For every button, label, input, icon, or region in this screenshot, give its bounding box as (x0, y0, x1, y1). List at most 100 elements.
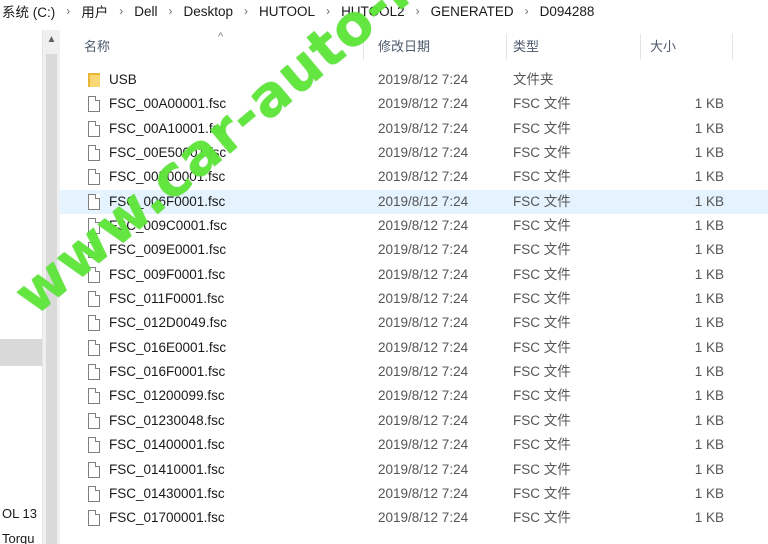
file-name: FSC_011F0001.fsc (109, 291, 225, 307)
file-row[interactable]: FSC_016F0001.fsc 2019/8/12 7:24 FSC 文件 1 KB (60, 360, 768, 384)
file-name: FSC_009C0001.fsc (109, 218, 227, 234)
file-size: 1 KB (694, 266, 724, 282)
file-row[interactable]: FSC_01230048.fsc 2019/8/12 7:24 FSC 文件 1 KB (60, 409, 768, 433)
file-type: 文件夹 (513, 72, 554, 87)
column-divider[interactable] (506, 34, 507, 60)
file-size: 1 KB (694, 145, 724, 161)
file-row[interactable]: FSC_006F0001.fsc 2019/8/12 7:24 FSC 文件 1 KB (60, 189, 768, 215)
breadcrumb-item[interactable]: 系统 (C:) (0, 1, 59, 21)
file-row[interactable]: FSC_016E0001.fsc 2019/8/12 7:24 FSC 文件 1 KB (60, 336, 768, 360)
file-date: 2019/8/12 7:24 (378, 339, 469, 355)
column-header-date[interactable]: 修改日期 (378, 32, 430, 62)
file-icon (88, 291, 101, 308)
file-row[interactable]: FSC_01200099.fsc 2019/8/12 7:24 FSC 文件 1 KB (60, 384, 768, 408)
breadcrumb-item[interactable]: 用户 (77, 1, 112, 21)
column-divider[interactable] (363, 34, 364, 60)
file-name: FSC_01200099.fsc (109, 388, 225, 404)
file-row[interactable]: FSC_00F00001.fsc 2019/8/12 7:24 FSC 文件 1 KB (60, 165, 768, 189)
breadcrumb-separator-icon[interactable]: › (518, 4, 536, 18)
nav-scrollbar[interactable]: ▲ (42, 30, 60, 544)
file-size: 1 KB (694, 510, 724, 526)
file-row[interactable]: FSC_01410001.fsc 2019/8/12 7:24 FSC 文件 1 KB (60, 458, 768, 482)
file-size: 1 KB (694, 315, 724, 331)
file-row[interactable]: FSC_009E0001.fsc 2019/8/12 7:24 FSC 文件 1 KB (60, 238, 768, 262)
column-header-type[interactable]: 类型 (513, 32, 539, 62)
file-type: FSC 文件 (513, 242, 571, 258)
file-date: 2019/8/12 7:24 (378, 485, 469, 501)
file-row[interactable]: FSC_00A00001.fsc 2019/8/12 7:24 FSC 文件 1 KB (60, 92, 768, 116)
column-header-size[interactable]: 大小 (650, 32, 676, 62)
file-date: 2019/8/12 7:24 (378, 169, 469, 185)
breadcrumb-separator-icon[interactable]: › (162, 4, 180, 18)
file-row[interactable]: FSC_00A10001.fsc 2019/8/12 7:24 FSC 文件 1 KB (60, 117, 768, 141)
column-divider[interactable] (640, 34, 641, 60)
file-row[interactable]: FSC_01700001.fsc 2019/8/12 7:24 FSC 文件 1 KB (60, 506, 768, 530)
file-size: 1 KB (694, 291, 724, 307)
file-date: 2019/8/12 7:24 (378, 461, 469, 477)
file-row[interactable]: FSC_011F0001.fsc 2019/8/12 7:24 FSC 文件 1 KB (60, 287, 768, 311)
breadcrumb-item[interactable]: D094288 (536, 4, 599, 19)
file-type: FSC 文件 (513, 437, 571, 453)
scrollbar-thumb[interactable] (46, 54, 57, 544)
file-date: 2019/8/12 7:24 (378, 291, 469, 307)
breadcrumb-item[interactable]: Dell (130, 4, 161, 19)
file-type: FSC 文件 (513, 388, 571, 404)
file-type: FSC 文件 (513, 193, 571, 209)
file-row[interactable]: FSC_01400001.fsc 2019/8/12 7:24 FSC 文件 1 KB (60, 433, 768, 457)
file-size: 1 KB (694, 242, 724, 258)
nav-selected-item[interactable] (0, 339, 42, 366)
file-icon (88, 266, 101, 283)
breadcrumb-item[interactable]: Desktop (180, 4, 238, 19)
column-header-name[interactable]: 名称 (84, 32, 110, 62)
folder-icon (88, 73, 100, 87)
file-type: FSC 文件 (513, 291, 571, 307)
file-date: 2019/8/12 7:24 (378, 218, 469, 234)
file-size: 1 KB (694, 364, 724, 380)
file-row[interactable]: FSC_009F0001.fsc 2019/8/12 7:24 FSC 文件 1 KB (60, 263, 768, 287)
file-size: 1 KB (694, 339, 724, 355)
file-icon (88, 510, 101, 527)
file-row[interactable]: FSC_01430001.fsc 2019/8/12 7:24 FSC 文件 1 KB (60, 482, 768, 506)
file-size: 1 KB (694, 437, 724, 453)
file-size: 1 KB (694, 169, 724, 185)
file-row[interactable]: FSC_009C0001.fsc 2019/8/12 7:24 FSC 文件 1 KB (60, 214, 768, 238)
breadcrumb-separator-icon[interactable]: › (237, 4, 255, 18)
file-name: FSC_01410001.fsc (109, 461, 225, 477)
file-type: FSC 文件 (513, 510, 571, 526)
breadcrumb: 系统 (C:) › 用户 › Dell › Desktop › HUTOOL › HUTOOL2 › G… (0, 0, 768, 22)
file-size: 1 KB (694, 485, 724, 501)
file-date: 2019/8/12 7:24 (378, 266, 469, 282)
file-size: 1 KB (694, 388, 724, 404)
breadcrumb-separator-icon[interactable]: › (409, 4, 427, 18)
scroll-up-arrow-icon[interactable]: ▲ (43, 32, 60, 48)
breadcrumb-item[interactable]: HUTOOL (255, 4, 319, 19)
file-size: 1 KB (694, 412, 724, 428)
nav-item-label[interactable]: OL 13 (2, 506, 37, 521)
file-type: FSC 文件 (513, 315, 571, 331)
file-name: FSC_01400001.fsc (109, 437, 225, 453)
file-date: 2019/8/12 7:24 (378, 96, 469, 112)
file-date: 2019/8/12 7:24 (378, 193, 469, 209)
file-icon (88, 412, 101, 429)
breadcrumb-separator-icon[interactable]: › (59, 4, 77, 18)
file-icon (88, 193, 101, 210)
column-divider[interactable] (732, 34, 733, 60)
file-row[interactable]: USB 2019/8/12 7:24 文件夹 (60, 68, 768, 92)
file-date: 2019/8/12 7:24 (378, 388, 469, 404)
file-icon (88, 437, 101, 454)
breadcrumb-separator-icon[interactable]: › (112, 4, 130, 18)
breadcrumb-item[interactable]: HUTOOL2 (337, 4, 409, 19)
file-date: 2019/8/12 7:24 (378, 510, 469, 526)
file-date: 2019/8/12 7:24 (378, 145, 469, 161)
file-date: 2019/8/12 7:24 (378, 242, 469, 258)
file-row[interactable]: FSC_012D0049.fsc 2019/8/12 7:24 FSC 文件 1 KB (60, 311, 768, 335)
file-name: FSC_012D0049.fsc (109, 315, 227, 331)
nav-item-label[interactable]: Torqu (2, 531, 35, 544)
file-date: 2019/8/12 7:24 (378, 364, 469, 380)
file-icon (88, 364, 101, 381)
file-name: FSC_01230048.fsc (109, 412, 225, 428)
file-type: FSC 文件 (513, 120, 571, 136)
file-row[interactable]: FSC_00E50001.fsc 2019/8/12 7:24 FSC 文件 1 KB (60, 141, 768, 165)
breadcrumb-item[interactable]: GENERATED (427, 4, 518, 19)
breadcrumb-separator-icon[interactable]: › (319, 4, 337, 18)
